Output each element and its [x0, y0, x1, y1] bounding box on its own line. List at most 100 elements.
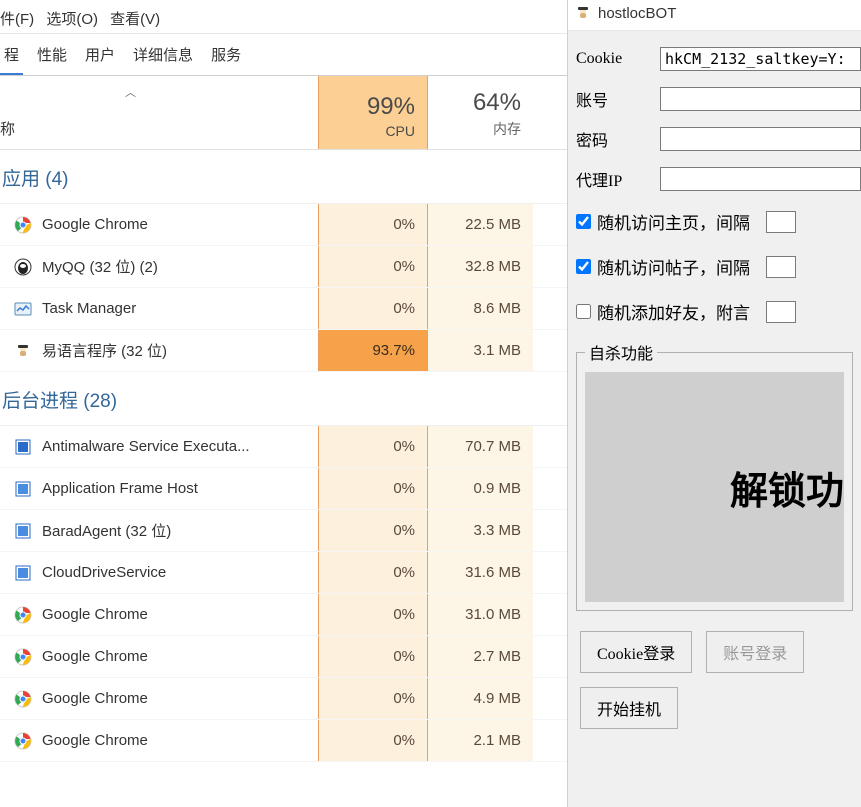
- app-icon: [14, 480, 32, 498]
- process-name: Google Chrome: [42, 606, 148, 623]
- cpu-label: CPU: [319, 123, 415, 139]
- task-manager-window: 件(F) 选项(O) 查看(V) 程 性能 用户 详细信息 服务 ︿ 称 99%…: [0, 0, 568, 807]
- cpu-value: 0%: [318, 288, 428, 329]
- fieldset-legend: 自杀功能: [585, 340, 657, 364]
- process-name: Application Frame Host: [42, 480, 198, 497]
- hostlocbot-window: hostlocBOT Cookie 账号 密码 代理IP 随机访问主页，间隔: [568, 0, 861, 807]
- unlock-label: 解锁功: [730, 460, 844, 515]
- cpu-value: 0%: [318, 510, 428, 551]
- mem-label: 内存: [428, 119, 521, 139]
- table-row[interactable]: CloudDriveService 0%31.6 MB: [0, 552, 567, 594]
- process-list: 应用 (4)Google Chrome0%22.5 MBMyQQ (32 位) …: [0, 150, 567, 807]
- process-name: Google Chrome: [42, 648, 148, 665]
- menu-file[interactable]: 件(F): [0, 11, 34, 28]
- cookie-login-button[interactable]: Cookie登录: [580, 631, 692, 673]
- tab-bar: 程 性能 用户 详细信息 服务: [0, 34, 567, 76]
- proxy-label: 代理IP: [576, 167, 660, 191]
- account-label: 账号: [576, 87, 660, 111]
- cpu-value: 0%: [318, 552, 428, 593]
- taskmgr-icon: [14, 300, 32, 318]
- table-row[interactable]: Google Chrome0%31.0 MB: [0, 594, 567, 636]
- column-memory[interactable]: 64% 内存: [428, 76, 533, 149]
- mem-value: 31.0 MB: [428, 594, 533, 635]
- table-row[interactable]: BaradAgent (32 位)0%3.3 MB: [0, 510, 567, 552]
- cpu-value: 0%: [318, 204, 428, 245]
- column-name[interactable]: 称: [0, 118, 15, 139]
- process-name: MyQQ (32 位) (2): [42, 256, 158, 277]
- table-row[interactable]: Task Manager 0%8.6 MB: [0, 288, 567, 330]
- cookie-label: Cookie: [576, 50, 660, 68]
- mem-value: 2.1 MB: [428, 720, 533, 761]
- random-friend-checkbox[interactable]: [576, 304, 591, 319]
- myqq-icon: [14, 258, 32, 276]
- password-input[interactable]: [660, 127, 861, 151]
- titlebar: hostlocBOT: [568, 0, 861, 31]
- account-login-button[interactable]: 账号登录: [706, 631, 804, 673]
- table-row[interactable]: Application Frame Host 0%0.9 MB: [0, 468, 567, 510]
- eyuyan-icon: [14, 342, 32, 360]
- app-icon: [14, 522, 32, 540]
- section-header[interactable]: 应用 (4): [0, 150, 567, 204]
- tab-details[interactable]: 详细信息: [129, 38, 197, 75]
- cpu-percent: 99%: [319, 93, 415, 121]
- process-name: Antimalware Service Executa...: [42, 438, 250, 455]
- cpu-value: 93.7%: [318, 330, 428, 371]
- table-row[interactable]: Google Chrome 0%22.5 MB: [0, 204, 567, 246]
- process-name: CloudDriveService: [42, 564, 166, 581]
- cpu-value: 0%: [318, 720, 428, 761]
- unlock-box[interactable]: 解锁功: [585, 372, 844, 602]
- account-input[interactable]: [660, 87, 861, 111]
- column-headers: ︿ 称 99% CPU 64% 内存: [0, 76, 567, 150]
- menu-view[interactable]: 查看(V): [110, 11, 160, 28]
- cookie-input[interactable]: [660, 47, 861, 71]
- app-icon: [14, 564, 32, 582]
- table-row[interactable]: 易语言程序 (32 位)93.7%3.1 MB: [0, 330, 567, 372]
- random-home-checkbox[interactable]: [576, 214, 591, 229]
- window-title: hostlocBOT: [598, 5, 676, 22]
- chrome-icon: [14, 216, 32, 234]
- process-name: Google Chrome: [42, 732, 148, 749]
- section-header[interactable]: 后台进程 (28): [0, 372, 567, 426]
- menu-bar: 件(F) 选项(O) 查看(V): [0, 0, 567, 34]
- random-post-checkbox[interactable]: [576, 259, 591, 274]
- table-row[interactable]: Google Chrome 0%4.9 MB: [0, 678, 567, 720]
- mem-value: 22.5 MB: [428, 204, 533, 245]
- table-row[interactable]: Google Chrome 0%2.1 MB: [0, 720, 567, 762]
- proxy-input[interactable]: [660, 167, 861, 191]
- process-name: BaradAgent (32 位): [42, 520, 171, 541]
- tab-services[interactable]: 服务: [207, 38, 245, 75]
- column-cpu[interactable]: 99% CPU: [318, 76, 428, 149]
- cpu-value: 0%: [318, 678, 428, 719]
- mem-value: 31.6 MB: [428, 552, 533, 593]
- random-friend-label: 随机添加好友，附言: [597, 299, 750, 324]
- cpu-value: 0%: [318, 246, 428, 287]
- cpu-value: 0%: [318, 426, 428, 467]
- mem-value: 4.9 MB: [428, 678, 533, 719]
- process-name: Google Chrome: [42, 216, 148, 233]
- sort-indicator-icon: ︿: [125, 84, 136, 100]
- password-label: 密码: [576, 127, 660, 151]
- process-name: Google Chrome: [42, 690, 148, 707]
- defender-icon: [14, 438, 32, 456]
- friend-note-input[interactable]: [766, 301, 796, 323]
- start-button[interactable]: 开始挂机: [580, 687, 678, 729]
- random-post-label: 随机访问帖子，间隔: [597, 254, 750, 279]
- home-interval-input[interactable]: [766, 211, 796, 233]
- mem-value: 2.7 MB: [428, 636, 533, 677]
- mem-value: 8.6 MB: [428, 288, 533, 329]
- cpu-value: 0%: [318, 468, 428, 509]
- table-row[interactable]: Antimalware Service Executa...0%70.7 MB: [0, 426, 567, 468]
- suicide-fieldset: 自杀功能 解锁功: [576, 340, 853, 611]
- mem-value: 32.8 MB: [428, 246, 533, 287]
- tab-performance[interactable]: 性能: [33, 38, 71, 75]
- tab-users[interactable]: 用户: [81, 38, 119, 75]
- cpu-value: 0%: [318, 636, 428, 677]
- process-name: Task Manager: [42, 300, 136, 317]
- mem-value: 3.1 MB: [428, 330, 533, 371]
- mem-value: 0.9 MB: [428, 468, 533, 509]
- table-row[interactable]: MyQQ (32 位) (2) 0%32.8 MB: [0, 246, 567, 288]
- table-row[interactable]: Google Chrome 0%2.7 MB: [0, 636, 567, 678]
- tab-processes[interactable]: 程: [0, 38, 23, 75]
- post-interval-input[interactable]: [766, 256, 796, 278]
- menu-options[interactable]: 选项(O): [46, 11, 98, 28]
